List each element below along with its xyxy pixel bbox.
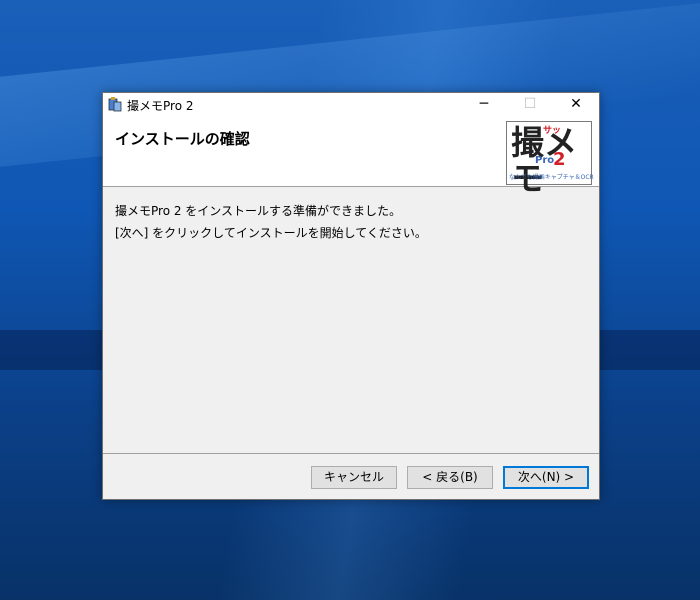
logo-zatsu: サッ	[543, 126, 562, 136]
page-title: インストールの確認	[115, 130, 250, 148]
wizard-header: インストールの確認 撮メモ サッ Pro 2 なんでも撮画キャプチャ＆OCR	[103, 116, 599, 197]
minimize-icon: ─	[479, 96, 489, 112]
installer-window: 撮メモPro 2 ─ ☐ ✕ インストールの確認 撮メモ サッ Pro 2 なん…	[102, 92, 600, 500]
maximize-button[interactable]: ☐	[507, 93, 553, 116]
instruction-message: [次へ] をクリックしてインストールを開始してください。	[115, 226, 427, 240]
minimize-button[interactable]: ─	[461, 93, 507, 116]
ready-message: 撮メモPro 2 をインストールする準備ができました。	[115, 204, 402, 218]
maximize-icon: ☐	[523, 96, 537, 112]
title-bar[interactable]: 撮メモPro 2 ─ ☐ ✕	[103, 93, 599, 116]
back-button[interactable]: < 戻る(B)	[407, 466, 493, 489]
close-button[interactable]: ✕	[553, 93, 599, 116]
logo-subtitle: なんでも撮画キャプチャ＆OCR	[509, 174, 594, 181]
product-logo: 撮メモ サッ Pro 2 なんでも撮画キャプチャ＆OCR	[506, 121, 594, 197]
window-title: 撮メモPro 2	[127, 99, 194, 113]
next-button[interactable]: 次へ(N) >	[503, 466, 589, 489]
logo-pro: Pro	[535, 155, 555, 166]
close-icon: ✕	[570, 96, 582, 112]
cancel-button[interactable]: キャンセル	[311, 466, 397, 489]
footer-divider	[103, 453, 599, 454]
installer-app-icon	[108, 97, 122, 112]
logo-version: 2	[553, 149, 566, 170]
